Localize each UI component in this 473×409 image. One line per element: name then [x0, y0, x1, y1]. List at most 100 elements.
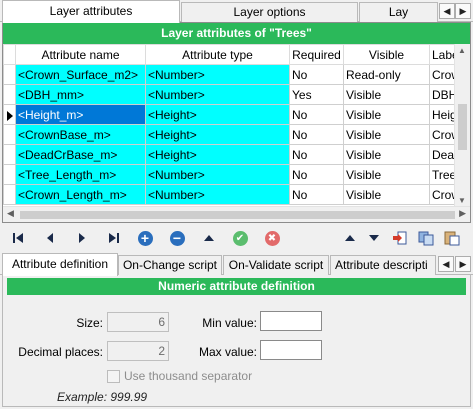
label-cell[interactable]: Crow: [429, 184, 455, 205]
attribute-type-cell[interactable]: <Height>: [145, 144, 290, 165]
grid-horizontal-scrollbar[interactable]: ◀ ▶: [3, 206, 470, 222]
attribute-type-cell[interactable]: <Number>: [145, 164, 290, 185]
column-header[interactable]: Visible: [343, 44, 430, 65]
attribute-name-cell[interactable]: <Crown_Length_m>: [15, 184, 146, 205]
attribute-type-cell[interactable]: <Number>: [145, 84, 290, 105]
row-indicator[interactable]: [3, 184, 16, 205]
table-row[interactable]: <DBH_mm> <Number> Yes Visible DBH: [3, 84, 455, 105]
required-cell[interactable]: Yes: [289, 84, 344, 105]
scrollbar-thumb[interactable]: [20, 211, 455, 219]
move-up-button[interactable]: [340, 228, 360, 248]
visible-cell[interactable]: Visible: [343, 144, 430, 165]
attribute-name-cell[interactable]: <CrownBase_m>: [15, 124, 146, 145]
next-record-button[interactable]: [72, 228, 92, 248]
tab-scroll-left-icon[interactable]: ◀: [439, 3, 455, 19]
grid-vertical-scrollbar[interactable]: ▲ ▼: [454, 44, 470, 207]
copy-button[interactable]: [416, 228, 436, 248]
last-record-button[interactable]: [104, 228, 124, 248]
visible-cell[interactable]: Visible: [343, 164, 430, 185]
required-cell[interactable]: No: [289, 64, 344, 85]
row-indicator[interactable]: [3, 64, 16, 85]
label-cell[interactable]: Crow: [429, 124, 455, 145]
required-cell[interactable]: No: [289, 164, 344, 185]
row-indicator[interactable]: [3, 84, 16, 105]
tab-layer-attributes[interactable]: Layer attributes: [2, 0, 180, 23]
table-row[interactable]: <Crown_Length_m> <Number> No Visible Cro…: [3, 184, 455, 205]
column-header[interactable]: Required: [289, 44, 344, 65]
attribute-type-cell[interactable]: <Number>: [145, 184, 290, 205]
panel-title: Numeric attribute definition: [7, 278, 466, 295]
required-cell[interactable]: No: [289, 144, 344, 165]
required-cell[interactable]: No: [289, 124, 344, 145]
edit-up-button[interactable]: [199, 228, 219, 248]
max-value-input[interactable]: [260, 340, 322, 360]
next-record-icon: [79, 233, 85, 243]
first-record-icon: [13, 233, 23, 243]
visible-cell[interactable]: Visible: [343, 184, 430, 205]
import-button[interactable]: [390, 228, 410, 248]
prev-record-icon: [47, 233, 53, 243]
add-record-button[interactable]: +: [135, 228, 155, 248]
move-down-button[interactable]: [364, 228, 384, 248]
visible-cell[interactable]: Visible: [343, 104, 430, 125]
column-header[interactable]: Attribute name: [15, 44, 146, 65]
thousand-separator-label: Use thousand separator: [124, 369, 253, 383]
row-indicator[interactable]: [3, 144, 16, 165]
label-cell[interactable]: Dead: [429, 144, 455, 165]
tab-scroll-left-icon[interactable]: ◀: [438, 256, 454, 272]
table-row-selected[interactable]: <Height_m> <Height> No Visible Heig: [3, 104, 455, 125]
column-header[interactable]: Labe: [429, 44, 455, 65]
required-cell[interactable]: No: [289, 104, 344, 125]
attribute-type-cell[interactable]: <Height>: [145, 104, 290, 125]
paste-button[interactable]: [442, 228, 462, 248]
visible-cell[interactable]: Read-only: [343, 64, 430, 85]
table-row[interactable]: <CrownBase_m> <Height> No Visible Crow: [3, 124, 455, 145]
required-cell[interactable]: No: [289, 184, 344, 205]
delete-record-button[interactable]: −: [167, 228, 187, 248]
table-row[interactable]: <DeadCrBase_m> <Height> No Visible Dead: [3, 144, 455, 165]
prev-record-button[interactable]: [40, 228, 60, 248]
attribute-type-cell[interactable]: <Number>: [145, 64, 290, 85]
scroll-up-icon[interactable]: ▲: [458, 46, 466, 55]
size-label: Size:: [76, 316, 103, 330]
attribute-name-cell[interactable]: <Height_m>: [15, 104, 146, 125]
tab-scroll-right-icon[interactable]: ▶: [455, 3, 471, 19]
label-cell[interactable]: Tree: [429, 164, 455, 185]
copy-icon: [418, 231, 434, 246]
min-value-label: Min value:: [202, 316, 257, 330]
row-indicator-header: [3, 44, 16, 65]
column-header[interactable]: Attribute type: [145, 44, 290, 65]
attribute-name-cell[interactable]: <DeadCrBase_m>: [15, 144, 146, 165]
label-cell[interactable]: Crow: [429, 64, 455, 85]
table-row[interactable]: <Crown_Surface_m2> <Number> No Read-only…: [3, 64, 455, 85]
tab-attribute-definition[interactable]: Attribute definition: [2, 253, 118, 276]
scrollbar-thumb[interactable]: [458, 104, 467, 150]
attribute-name-cell[interactable]: <DBH_mm>: [15, 84, 146, 105]
scroll-down-icon[interactable]: ▼: [458, 196, 466, 205]
row-indicator[interactable]: [3, 164, 16, 185]
scroll-left-icon[interactable]: ◀: [7, 208, 14, 219]
thousand-separator-checkbox[interactable]: [107, 370, 120, 383]
attribute-name-cell[interactable]: <Tree_Length_m>: [15, 164, 146, 185]
tab-layer-options[interactable]: Layer options: [181, 2, 358, 22]
tab-on-validate-script[interactable]: On-Validate script: [223, 255, 329, 275]
cancel-edit-button[interactable]: ✖: [262, 228, 282, 248]
attribute-name-cell[interactable]: <Crown_Surface_m2>: [15, 64, 146, 85]
visible-cell[interactable]: Visible: [343, 124, 430, 145]
tab-on-change-script[interactable]: On-Change script: [118, 255, 222, 275]
table-header-row: Attribute name Attribute type Required V…: [3, 44, 455, 65]
min-value-input[interactable]: [260, 311, 322, 331]
first-record-button[interactable]: [8, 228, 28, 248]
tab-attribute-description[interactable]: Attribute descripti: [330, 255, 436, 275]
visible-cell[interactable]: Visible: [343, 84, 430, 105]
row-indicator[interactable]: [3, 104, 16, 125]
row-indicator[interactable]: [3, 124, 16, 145]
scroll-right-icon[interactable]: ▶: [459, 208, 466, 219]
table-row[interactable]: <Tree_Length_m> <Number> No Visible Tree: [3, 164, 455, 185]
label-cell[interactable]: DBH: [429, 84, 455, 105]
tab-scroll-right-icon[interactable]: ▶: [455, 256, 471, 272]
post-button[interactable]: ✔: [230, 228, 250, 248]
label-cell[interactable]: Heig: [429, 104, 455, 125]
tab-layer-more[interactable]: Lay: [359, 2, 438, 22]
attribute-type-cell[interactable]: <Height>: [145, 124, 290, 145]
